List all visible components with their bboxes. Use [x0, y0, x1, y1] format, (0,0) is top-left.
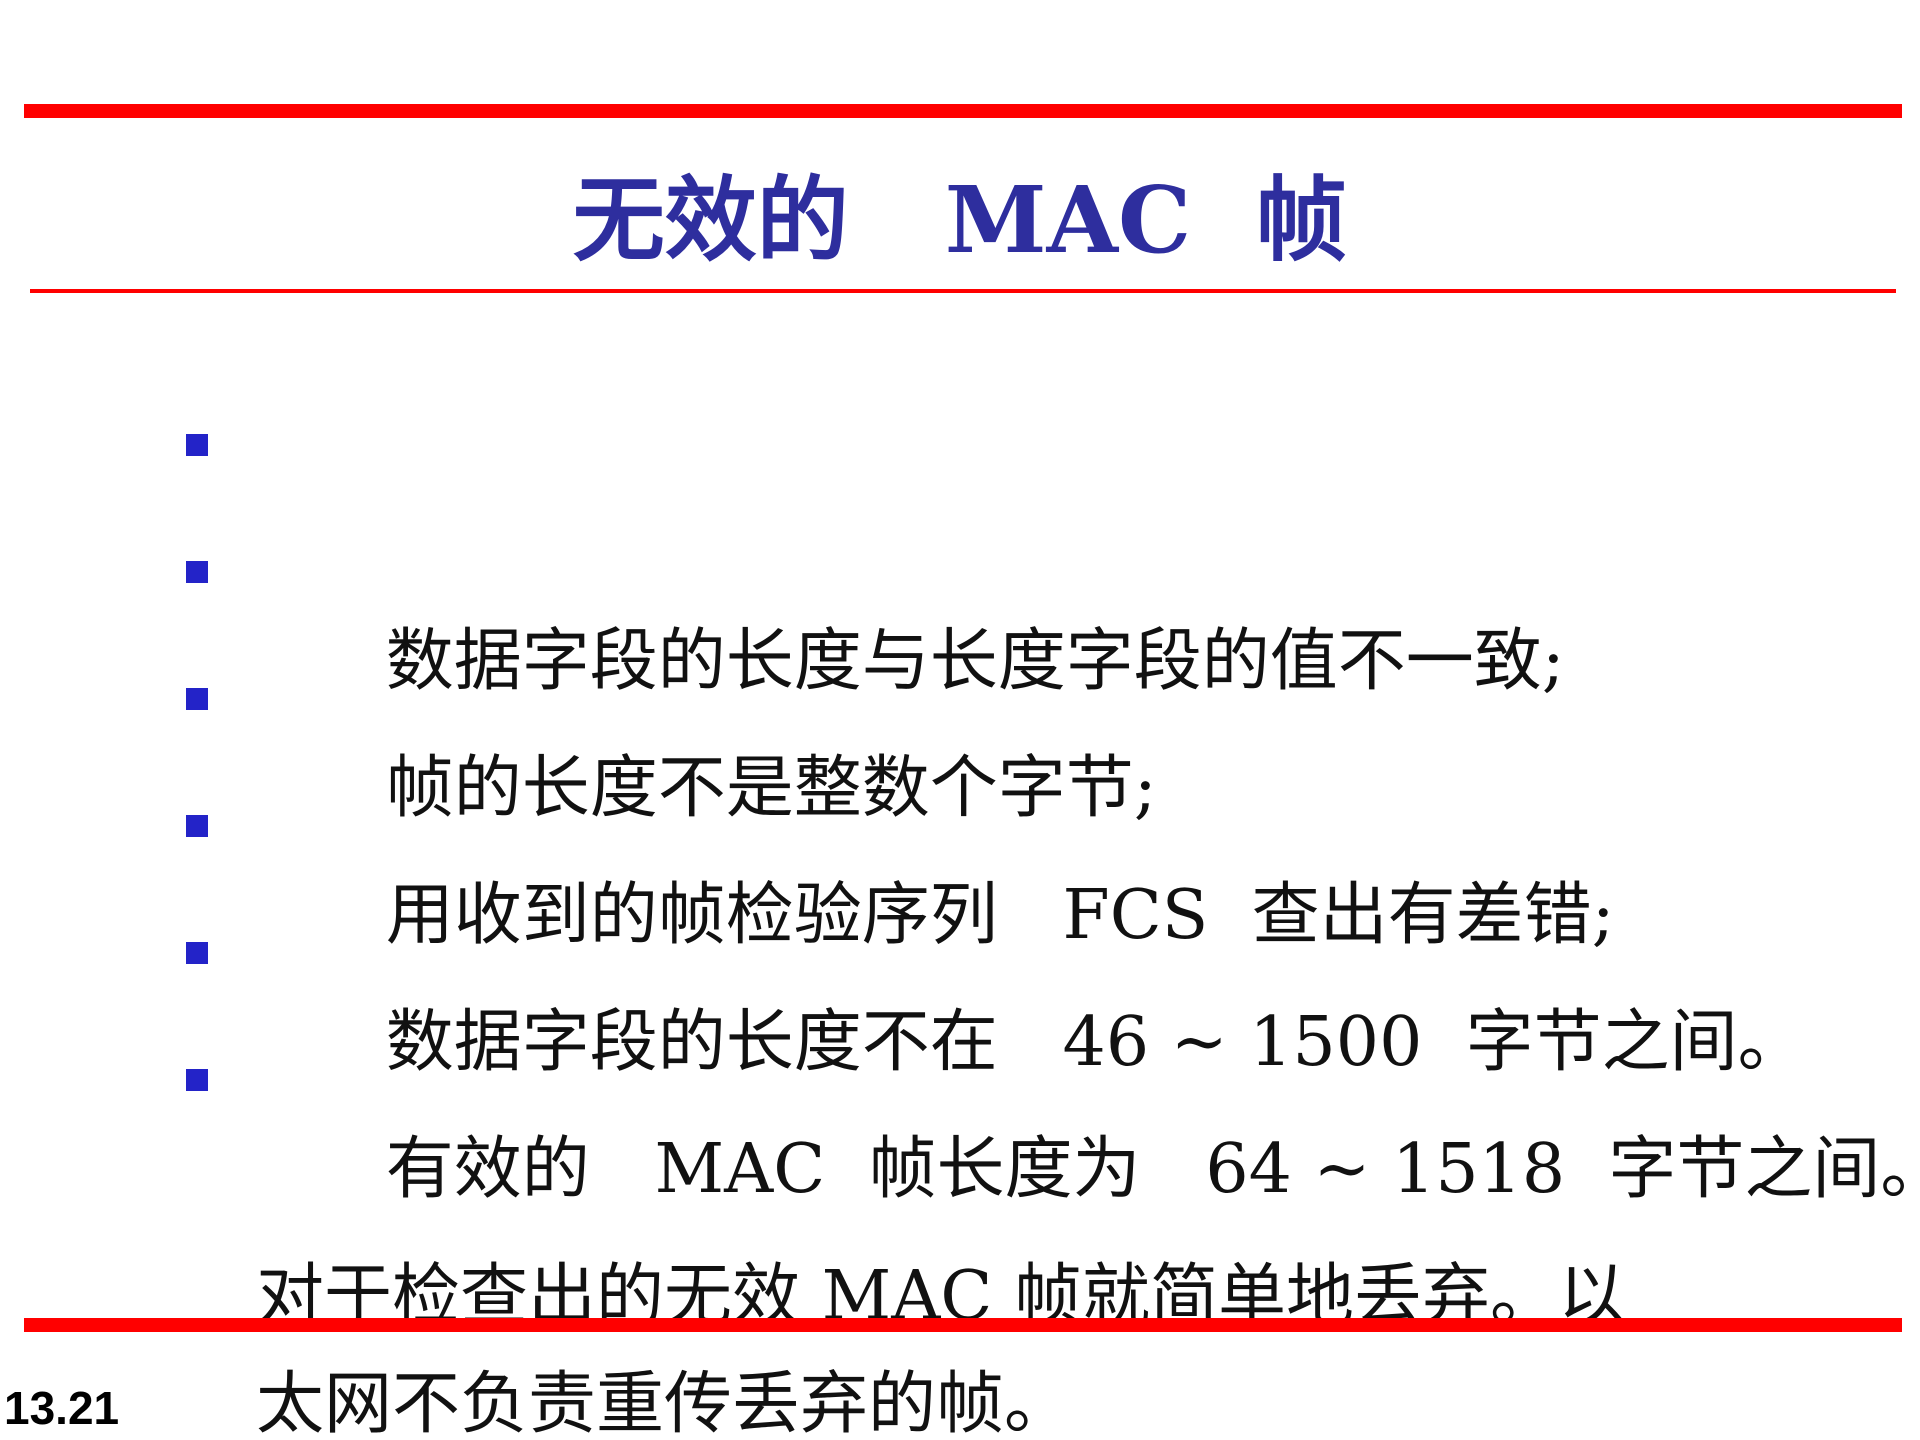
bullet-item: 对于检查出的无效 MAC 帧就简单地丢弃。以 太网不负责重传丢弃的帧。 — [0, 1027, 1920, 1440]
slide: 无效的 MAC 帧 数据字段的长度与长度字段的值不一致; 帧的长度不是整数个字节… — [0, 0, 1920, 1440]
bullet-list: 数据字段的长度与长度字段的值不一致; 帧的长度不是整数个字节; 用收到的帧检验序… — [0, 392, 1920, 1440]
bullet-item: 帧的长度不是整数个字节; — [0, 519, 1920, 828]
title-underline — [30, 289, 1896, 293]
bullet-item: 数据字段的长度与长度字段的值不一致; — [0, 392, 1920, 701]
bullet-text: 对于检查出的无效 MAC 帧就简单地丢弃。以 太网不负责重传丢弃的帧。 — [256, 1257, 1626, 1440]
square-bullet-icon — [186, 815, 208, 837]
square-bullet-icon — [186, 688, 208, 710]
bullet-item: 用收到的帧检验序列 FCS 查出有差错; — [0, 646, 1920, 955]
page-number: 13.21 — [4, 1382, 120, 1434]
bottom-divider — [24, 1318, 1902, 1332]
bullet-item: 有效的 MAC 帧长度为 64 ~ 1518 字节之间。 — [0, 900, 1920, 1209]
square-bullet-icon — [186, 434, 208, 456]
slide-title: 无效的 MAC 帧 — [572, 166, 1348, 274]
square-bullet-icon — [186, 1069, 208, 1091]
square-bullet-icon — [186, 942, 208, 964]
top-divider — [24, 104, 1902, 118]
bullet-item: 数据字段的长度不在 46 ~ 1500 字节之间。 — [0, 773, 1920, 1082]
square-bullet-icon — [186, 561, 208, 583]
